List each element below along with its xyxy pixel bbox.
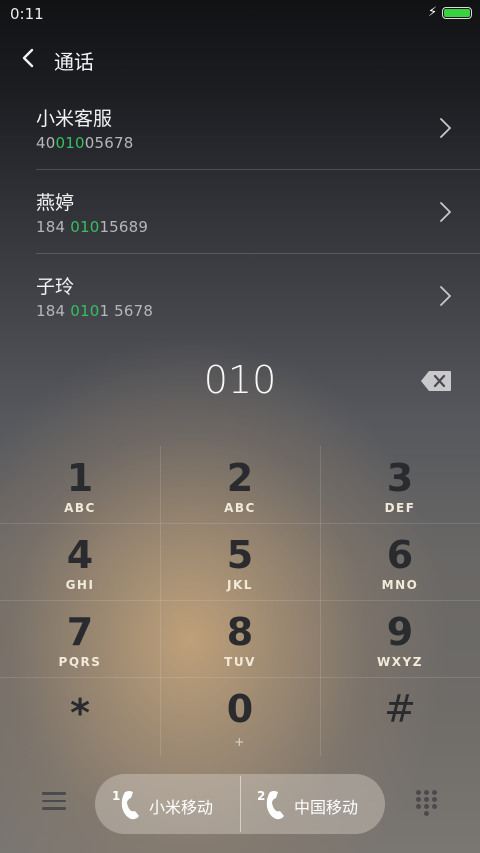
page-title: 通话 [54,50,94,74]
call-sim2-button[interactable]: 2 中国移动 [240,774,385,834]
sim2-label: 中国移动 [294,798,359,817]
svg-text:1: 1 [112,789,120,803]
key-star[interactable]: * [0,677,160,754]
call-sim1-button[interactable]: 1 小米移动 [95,774,240,834]
contact-number: 184 0101 5678 [36,302,154,320]
backspace-icon[interactable] [420,370,452,392]
chevron-right-icon[interactable] [436,284,454,308]
bottom-bar: 1 小米移动 2 中国移动 [0,772,480,836]
phone-sim1-icon: 1 [112,789,139,820]
key-hash[interactable]: # [320,677,480,754]
chevron-right-icon[interactable] [436,116,454,140]
divider [240,776,241,832]
key-5[interactable]: 5 JKL [160,523,320,600]
key-9[interactable]: 9 WXYZ [320,600,480,677]
phone-sim2-icon: 2 [257,789,284,820]
charging-icon: ⚡ [428,5,438,20]
key-4[interactable]: 4 GHI [0,523,160,600]
key-1[interactable]: 1 ABC [0,446,160,523]
contact-row[interactable]: 小米客服 4001005678 [0,86,480,170]
sim-call-buttons: 1 小米移动 2 中国移动 [95,774,385,834]
svg-text:2: 2 [257,789,265,803]
status-time: 0:11 [10,5,44,23]
contact-row[interactable]: 燕婷 184 01015689 [0,170,480,254]
dialed-number-display: 010 [0,358,480,408]
contact-row[interactable]: 子玲 184 0101 5678 [0,254,480,338]
contact-name: 小米客服 [36,108,113,130]
back-button[interactable] [16,44,44,72]
key-2[interactable]: 2 ABC [160,446,320,523]
contact-suggestions: 小米客服 4001005678 燕婷 184 01015689 子玲 184 0… [0,86,480,338]
key-3[interactable]: 3 DEF [320,446,480,523]
status-bar: 0:11 ⚡ [0,0,480,28]
contact-number: 4001005678 [36,134,134,152]
battery-icon [442,7,472,19]
key-8[interactable]: 8 TUV [160,600,320,677]
dial-keypad: 1 ABC 2 ABC 3 DEF 4 GHI 5 JKL 6 MNO 7 PQRS 8 TUV… [0,446,480,756]
key-0[interactable]: 0 + [160,677,320,754]
dialed-number: 010 [203,358,277,402]
key-7[interactable]: 7 PQRS [0,600,160,677]
contact-name: 燕婷 [36,192,75,214]
chevron-right-icon[interactable] [436,200,454,224]
header: 通话 [0,40,480,80]
chevron-left-icon [22,48,34,68]
contact-name: 子玲 [36,276,75,298]
key-6[interactable]: 6 MNO [320,523,480,600]
sim1-label: 小米移动 [149,798,214,817]
keypad-toggle-icon[interactable] [416,790,438,816]
contact-number: 184 01015689 [36,218,149,236]
menu-icon[interactable] [42,792,66,812]
